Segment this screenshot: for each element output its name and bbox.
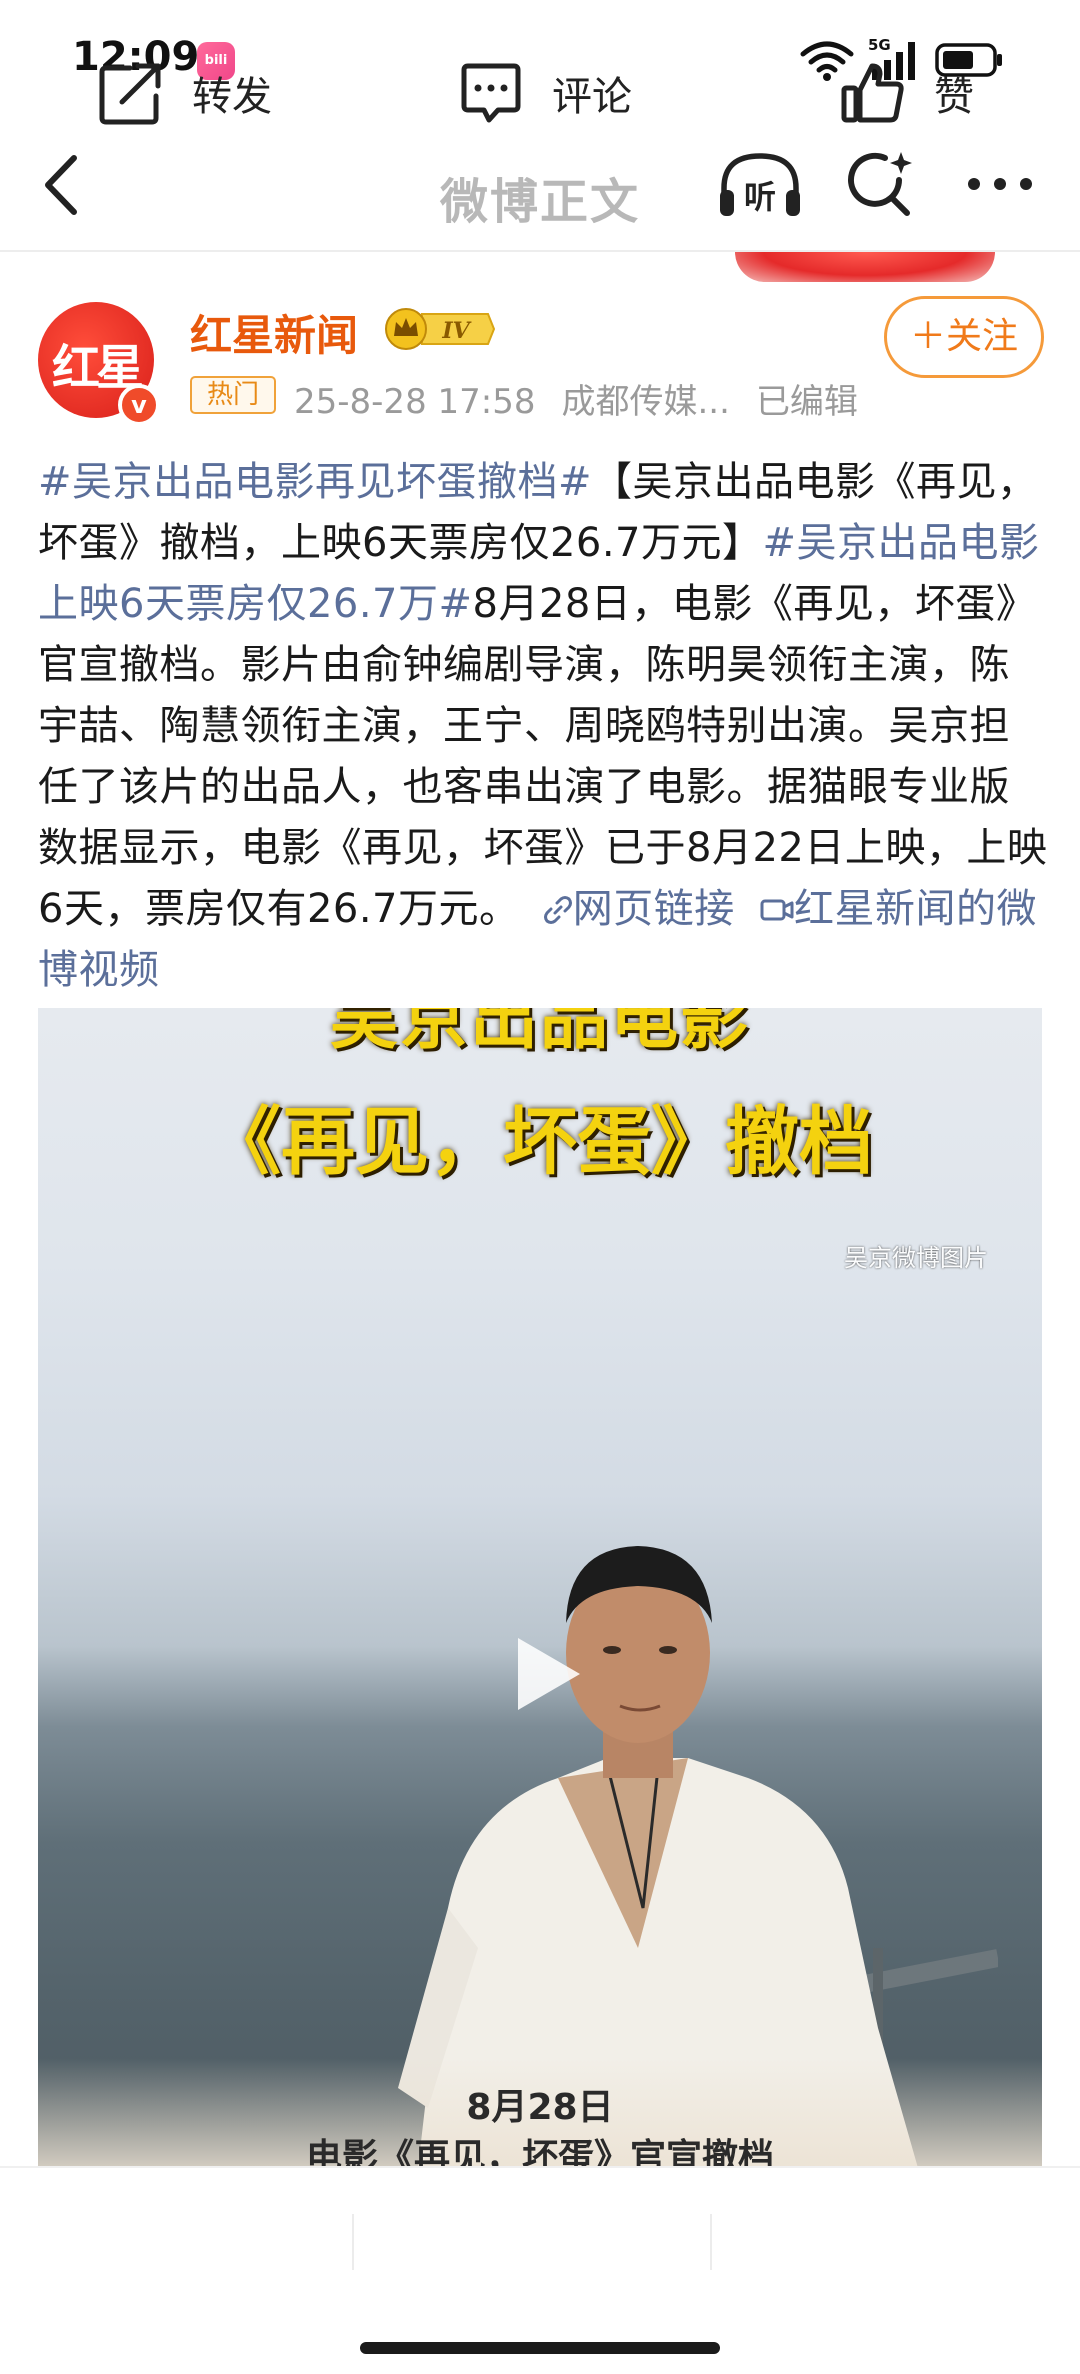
web-link[interactable]: 网页链接: [533, 886, 735, 932]
more-icon[interactable]: [960, 162, 1040, 206]
video-player[interactable]: 吴京出品电影 《再见，坏蛋》撤档 吴京微博图片 8月28日 电影《再见，坏蛋》官…: [38, 1008, 1042, 2168]
video-subtitle: 电影《再见，坏蛋》官宣撤档: [305, 2137, 774, 2168]
video-frame-person: [398, 1546, 998, 2168]
video-caption-top: 吴京出品电影: [329, 1008, 750, 1059]
post-source: 成都传媒...: [561, 382, 730, 422]
search-icon[interactable]: [845, 150, 915, 220]
hot-tag: 热门: [190, 376, 276, 414]
action-divider: [710, 2214, 712, 2270]
like-label: 赞: [934, 74, 974, 120]
author-name[interactable]: 红星新闻: [190, 302, 358, 363]
video-date-caption: 8月28日: [466, 2087, 614, 2128]
comment-button[interactable]: 评论: [456, 58, 632, 128]
vip-level: IV: [441, 318, 471, 344]
post-meta: 25-8-28 17:58 成都传媒... 已编辑: [294, 374, 884, 423]
repost-button[interactable]: 转发: [96, 58, 272, 128]
action-divider: [352, 2214, 354, 2270]
edited-label: 已编辑: [755, 382, 858, 422]
post-body: #吴京出品电影再见坏蛋撤档#【吴京出品电影《再见，坏蛋》撤档，上映6天票房仅26…: [38, 452, 1048, 1001]
web-link-label: 网页链接: [572, 886, 735, 932]
comment-icon: [461, 63, 521, 123]
like-icon: [841, 63, 904, 123]
repost-label: 转发: [192, 74, 272, 120]
link-icon: [543, 896, 572, 924]
comment-label: 评论: [552, 74, 632, 120]
video-title-overlay: 《再见，坏蛋》撤档: [207, 1099, 873, 1185]
previous-image-peek: [735, 252, 995, 282]
listen-label: 听: [744, 178, 776, 216]
topic-link-1[interactable]: #吴京出品电影再见坏蛋撤档#: [38, 459, 592, 505]
verified-badge: v: [118, 384, 160, 426]
nav-bar: 微博正文 听: [0, 120, 1080, 252]
post-time: 25-8-28 17:58: [294, 382, 536, 422]
video-link-icon: [760, 899, 794, 921]
network-label: 5G: [868, 36, 891, 54]
video-watermark: 吴京微博图片: [844, 1244, 988, 1272]
home-indicator[interactable]: [360, 2342, 720, 2354]
play-icon[interactable]: [508, 1632, 586, 1716]
follow-button[interactable]: ＋关注: [884, 296, 1044, 378]
like-button[interactable]: 赞: [838, 58, 974, 128]
vip-crown-badge[interactable]: IV: [382, 306, 498, 352]
listen-icon[interactable]: 听: [716, 150, 804, 220]
repost-icon: [99, 63, 161, 125]
post-text-2: 8月28日，电影《再见，坏蛋》官宣撤档。影片由俞钟编剧导演，陈明昊领衔主演，陈宇…: [38, 581, 1048, 932]
page-title: 微博正文: [439, 174, 640, 230]
